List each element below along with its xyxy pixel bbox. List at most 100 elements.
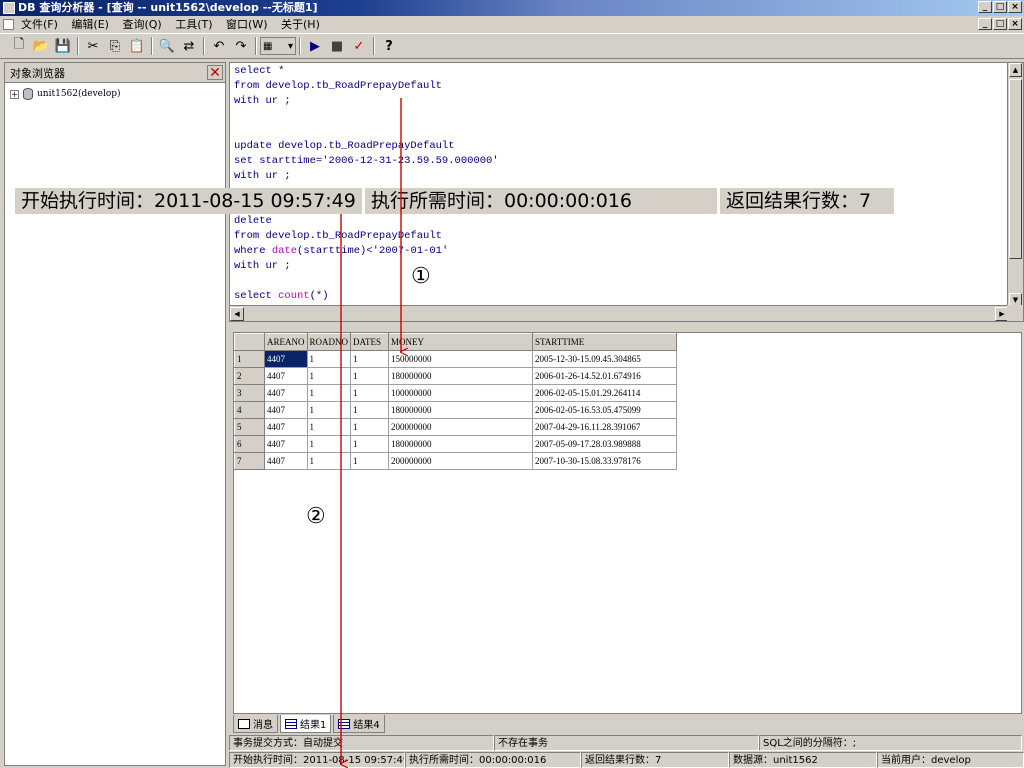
column-header[interactable]: ROADNO <box>306 333 352 351</box>
status-current-user: 当前用户：develop <box>877 752 1024 768</box>
table-cell[interactable]: 2007-04-29-16.11.28.391067 <box>532 418 678 436</box>
table-cell[interactable]: 1 <box>350 367 390 385</box>
table-cell[interactable]: 1 <box>306 418 352 436</box>
replace-icon[interactable]: ⇄ <box>178 35 200 57</box>
table-row[interactable]: 1 4407 1 1 150000000 2005-12-30-15.09.45.3048… <box>234 350 678 368</box>
table-cell[interactable]: 150000000 <box>388 350 534 368</box>
table-cell[interactable]: 180000000 <box>388 401 534 419</box>
code-line: with ur ; <box>234 170 291 182</box>
table-cell[interactable]: 2007-10-30-15.08.33.978176 <box>532 452 678 470</box>
close-button[interactable]: × <box>1008 1 1022 13</box>
child-maximize-button[interactable]: □ <box>993 18 1007 30</box>
copy-icon[interactable]: ⎘ <box>104 35 126 57</box>
scrollbar-corner <box>1007 305 1023 321</box>
table-cell[interactable]: 1 <box>350 401 390 419</box>
table-cell[interactable]: 1 <box>350 435 390 453</box>
table-cell[interactable]: 4407 <box>264 452 308 470</box>
minimize-button[interactable]: _ <box>978 1 992 13</box>
table-cell[interactable]: 2006-02-05-15.01.29.264114 <box>532 384 678 402</box>
table-row[interactable]: 7 4407 1 1 200000000 2007-10-30-15.08.33.9781… <box>234 452 678 470</box>
table-cell[interactable]: 1 <box>306 367 352 385</box>
table-cell[interactable]: 1 <box>306 384 352 402</box>
menu-tools[interactable]: 工具(T) <box>170 16 217 33</box>
editor-vertical-scrollbar[interactable]: ▲ ▼ <box>1007 63 1023 307</box>
execute-icon[interactable]: ▶ <box>304 35 326 57</box>
column-header[interactable]: AREANO <box>264 333 308 351</box>
result-mode-dropdown[interactable]: ▦ ▾ <box>260 37 296 55</box>
table-row[interactable]: 4 4407 1 1 180000000 2006-02-05-16.53.05.4750… <box>234 401 678 419</box>
tab-messages[interactable]: 消息 <box>233 715 278 733</box>
maximize-button[interactable]: □ <box>993 1 1007 13</box>
tree-node-database[interactable]: + unit1562(develop) <box>5 86 225 102</box>
table-cell[interactable]: 4407 <box>264 435 308 453</box>
open-folder-icon[interactable]: 📂 <box>30 35 52 57</box>
scroll-left-icon[interactable]: ◀ <box>230 307 244 321</box>
code-line: with ur ; <box>234 260 291 272</box>
table-cell[interactable]: 1 <box>306 350 352 368</box>
table-cell[interactable]: 2006-02-05-16.53.05.475099 <box>532 401 678 419</box>
editor-horizontal-scrollbar[interactable]: ◀ ▶ <box>230 305 1009 321</box>
results-grid[interactable]: AREANO ROADNO DATES MONEY STARTTIME 1 440… <box>233 332 1022 714</box>
stop-icon[interactable]: ■ <box>326 35 348 57</box>
new-file-icon[interactable]: 🗋 <box>8 35 30 57</box>
child-minimize-button[interactable]: _ <box>978 18 992 30</box>
row-number[interactable]: 5 <box>234 418 265 436</box>
table-cell[interactable]: 2007-05-09-17.28.03.989888 <box>532 435 678 453</box>
table-cell[interactable]: 1 <box>350 418 390 436</box>
column-header[interactable]: MONEY <box>388 333 534 351</box>
parse-icon[interactable]: ✓ <box>348 35 370 57</box>
table-cell[interactable]: 1 <box>306 401 352 419</box>
table-cell[interactable]: 1 <box>350 350 390 368</box>
table-cell[interactable]: 4407 <box>264 384 308 402</box>
menu-about[interactable]: 关于(H) <box>276 16 325 33</box>
find-icon[interactable]: 🔍 <box>156 35 178 57</box>
table-row[interactable]: 2 4407 1 1 180000000 2006-01-26-14.52.01.6749… <box>234 367 678 385</box>
tree-expand-icon[interactable]: + <box>10 89 19 99</box>
help-icon[interactable]: ? <box>378 35 400 57</box>
table-cell[interactable]: 180000000 <box>388 367 534 385</box>
table-cell[interactable]: 1 <box>350 384 390 402</box>
menu-window[interactable]: 窗口(W) <box>221 16 272 33</box>
table-row[interactable]: 5 4407 1 1 200000000 2007-04-29-16.11.28.3910… <box>234 418 678 436</box>
scroll-up-icon[interactable]: ▲ <box>1009 63 1022 77</box>
toolbar-separator <box>203 37 205 55</box>
paste-icon[interactable]: 📋 <box>126 35 148 57</box>
table-cell[interactable]: 4407 <box>264 418 308 436</box>
table-cell[interactable]: 100000000 <box>388 384 534 402</box>
row-number[interactable]: 1 <box>234 350 265 368</box>
code-line: where date(starttime)<'2007-01-01' <box>234 245 448 257</box>
column-header[interactable]: DATES <box>350 333 390 351</box>
redo-icon[interactable]: ↷ <box>230 35 252 57</box>
table-cell[interactable]: 2005-12-30-15.09.45.304865 <box>532 350 678 368</box>
table-cell[interactable]: 1 <box>306 452 352 470</box>
table-cell[interactable]: 4407 <box>264 401 308 419</box>
table-cell[interactable]: 4407 <box>264 367 308 385</box>
tab-result1[interactable]: 结果1 <box>280 715 332 733</box>
close-icon[interactable]: ✕ <box>207 65 223 81</box>
table-cell[interactable]: 2006-01-26-14.52.01.674916 <box>532 367 678 385</box>
cut-icon[interactable]: ✂ <box>82 35 104 57</box>
table-cell[interactable]: 200000000 <box>388 452 534 470</box>
table-row[interactable]: 3 4407 1 1 100000000 2006-02-05-15.01.29.2641… <box>234 384 678 402</box>
save-icon[interactable]: 💾 <box>52 35 74 57</box>
table-row[interactable]: 6 4407 1 1 180000000 2007-05-09-17.28.03.9898… <box>234 435 678 453</box>
row-number[interactable]: 2 <box>234 367 265 385</box>
child-close-button[interactable]: × <box>1008 18 1022 30</box>
column-header[interactable]: STARTTIME <box>532 333 678 351</box>
row-number[interactable]: 6 <box>234 435 265 453</box>
menu-edit[interactable]: 编辑(E) <box>66 16 114 33</box>
row-number[interactable]: 7 <box>234 452 265 470</box>
status-separator: SQL之间的分隔符：; <box>759 735 1022 751</box>
menu-file[interactable]: 文件(F) <box>16 16 63 33</box>
undo-icon[interactable]: ↶ <box>208 35 230 57</box>
row-number[interactable]: 4 <box>234 401 265 419</box>
table-cell[interactable]: 4407 <box>264 350 308 368</box>
tab-result4[interactable]: 结果4 <box>333 715 385 733</box>
table-cell[interactable]: 1 <box>350 452 390 470</box>
scroll-thumb[interactable] <box>1009 79 1022 259</box>
menu-query[interactable]: 查询(Q) <box>117 16 166 33</box>
table-cell[interactable]: 200000000 <box>388 418 534 436</box>
table-cell[interactable]: 1 <box>306 435 352 453</box>
row-number[interactable]: 3 <box>234 384 265 402</box>
table-cell[interactable]: 180000000 <box>388 435 534 453</box>
